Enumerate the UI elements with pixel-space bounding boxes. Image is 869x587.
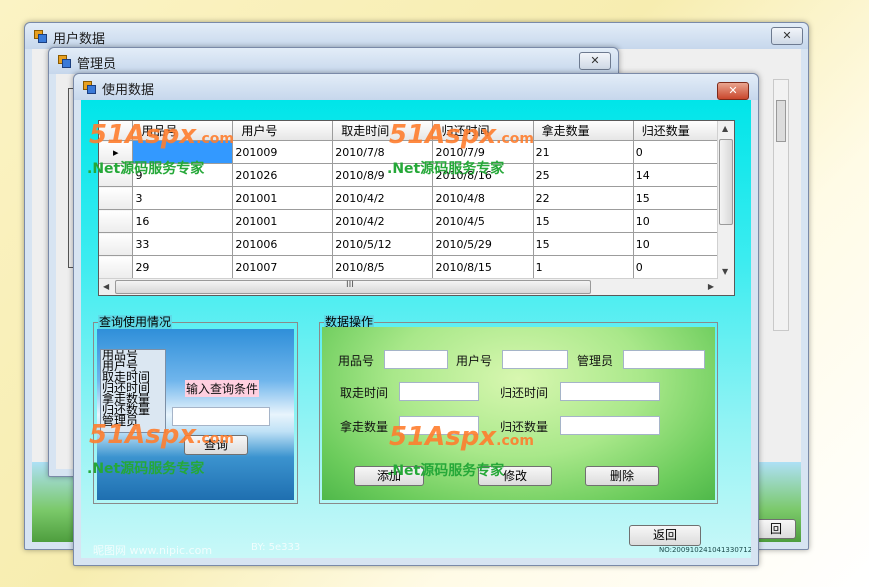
back-window-return-button[interactable]: 回 (756, 519, 796, 539)
return-button[interactable]: 返回 (629, 525, 701, 546)
window-title: 用户数据 (53, 32, 106, 47)
query-group-legend: 查询使用情况 (98, 315, 173, 329)
admin-input[interactable] (623, 350, 705, 369)
titlebar[interactable]: 用户数据 ✕ (25, 23, 808, 49)
data-operations-group: 数据操作 用品号 用户号 管理员 取走时间 归还时间 拿走数量 归还数量 添加 … (319, 315, 718, 504)
watermark-brand: 51Aspx.com (389, 120, 534, 150)
window-title: 管理员 (77, 57, 117, 72)
column-header-user-no[interactable]: 用户号 (232, 121, 334, 141)
watermark-brand: 51Aspx.com (389, 422, 534, 452)
watermark-brand: 51Aspx.com (89, 420, 234, 450)
table-cell[interactable]: 15 (533, 209, 634, 233)
table-cell[interactable]: 201007 (232, 255, 334, 279)
row-selector[interactable] (99, 209, 134, 233)
table-cell[interactable]: 16 (132, 209, 234, 233)
table-cell[interactable]: 2010/5/29 (432, 232, 534, 256)
watermark-slogan: .Net源码服务专家 (87, 461, 205, 477)
table-cell[interactable]: 29 (132, 255, 234, 279)
close-button[interactable]: ✕ (717, 82, 749, 100)
close-button[interactable]: ✕ (579, 52, 611, 70)
table-cell[interactable]: 2010/4/8 (432, 186, 534, 210)
table-cell[interactable]: 3 (132, 186, 234, 210)
table-cell[interactable]: 2010/4/2 (332, 209, 434, 233)
window-usage-data: 使用数据 ✕ 用品号 用户号 取走时间 归还时间 拿走数量 归还数量 ▸ 201… (73, 73, 759, 566)
column-header-take-qty[interactable]: 拿走数量 (533, 121, 634, 141)
table-cell[interactable]: 2010/5/12 (332, 232, 434, 256)
watermark-slogan: .Net源码服务专家 (87, 161, 205, 177)
scroll-right-icon[interactable]: ▶ (708, 282, 714, 291)
watermark-slogan: .Net源码服务专家 (387, 161, 505, 177)
table-cell[interactable]: 1 (533, 255, 634, 279)
row-selector[interactable] (99, 186, 134, 210)
table-cell[interactable]: 2010/4/5 (432, 209, 534, 233)
delete-button[interactable]: 删除 (585, 466, 659, 486)
table-row[interactable]: 29 201007 2010/8/5 2010/8/15 1 0 (99, 255, 734, 279)
table-cell[interactable]: 2010/8/15 (432, 255, 534, 279)
return-time-label: 归还时间 (500, 386, 549, 400)
scroll-grip: III (346, 280, 354, 290)
take-qty-label: 拿走数量 (340, 420, 389, 434)
grid-scrollbar-horizontal[interactable]: ◀ III ▶ (99, 278, 718, 295)
bg-caption-left: 昵图网 www.nipic.com (93, 544, 213, 557)
return-qty-input[interactable] (560, 416, 660, 435)
grid-scroll-thumb-horizontal[interactable]: III (115, 280, 591, 294)
grid-scroll-thumb-vertical[interactable] (719, 139, 733, 225)
take-time-label: 取走时间 (340, 386, 389, 400)
window-title: 使用数据 (102, 83, 155, 98)
return-time-input[interactable] (560, 382, 660, 401)
grid-scrollbar-vertical[interactable]: ▲ ▼ (717, 121, 734, 279)
scrollbar-vertical[interactable] (773, 79, 789, 331)
query-hint-label: 输入查询条件 (185, 380, 260, 397)
table-row[interactable]: 3 201001 2010/4/2 2010/4/8 22 15 (99, 186, 734, 210)
scroll-down-icon[interactable]: ▼ (722, 267, 728, 276)
table-cell[interactable]: 201001 (232, 186, 334, 210)
watermark-slogan: .Net源码服务专家 (387, 463, 505, 479)
row-selector[interactable] (99, 255, 134, 279)
table-cell[interactable]: 201006 (232, 232, 334, 256)
window-client: 用品号 用户号 取走时间 归还时间 拿走数量 归还数量 ▸ 201009 201… (81, 100, 751, 558)
item-no-label: 用品号 (338, 354, 375, 368)
table-cell[interactable]: 15 (533, 232, 634, 256)
table-cell[interactable]: 2010/8/5 (332, 255, 434, 279)
bg-caption-by: BY: 5e333 (251, 542, 301, 553)
table-row[interactable]: 33 201006 2010/5/12 2010/5/29 15 10 (99, 232, 734, 256)
titlebar[interactable]: 使用数据 ✕ (74, 74, 758, 100)
grid-size-grip (718, 279, 734, 295)
app-icon (58, 55, 71, 68)
row-selector[interactable] (99, 232, 134, 256)
item-no-input[interactable] (384, 350, 448, 369)
table-cell[interactable]: 21 (533, 140, 634, 164)
scroll-left-icon[interactable]: ◀ (103, 282, 109, 291)
table-cell[interactable]: 201001 (232, 209, 334, 233)
table-cell[interactable]: 22 (533, 186, 634, 210)
take-time-input[interactable] (399, 382, 479, 401)
table-row[interactable]: 16 201001 2010/4/2 2010/4/5 15 10 (99, 209, 734, 233)
user-no-input[interactable] (502, 350, 568, 369)
titlebar[interactable]: 管理员 ✕ (49, 48, 618, 74)
table-cell[interactable]: 33 (132, 232, 234, 256)
table-cell[interactable]: 2010/4/2 (332, 186, 434, 210)
watermark-brand: 51Aspx.com (89, 120, 234, 150)
admin-label: 管理员 (577, 354, 614, 368)
bg-caption-no: NO:20091024104133071217 (659, 546, 751, 554)
app-icon (34, 30, 47, 43)
scroll-up-icon[interactable]: ▲ (722, 124, 728, 133)
table-cell[interactable]: 201009 (232, 140, 334, 164)
table-cell[interactable]: 201026 (232, 163, 334, 187)
table-cell[interactable]: 25 (533, 163, 634, 187)
user-no-label: 用户号 (456, 354, 493, 368)
close-button[interactable]: ✕ (771, 27, 803, 45)
app-icon (83, 81, 96, 94)
